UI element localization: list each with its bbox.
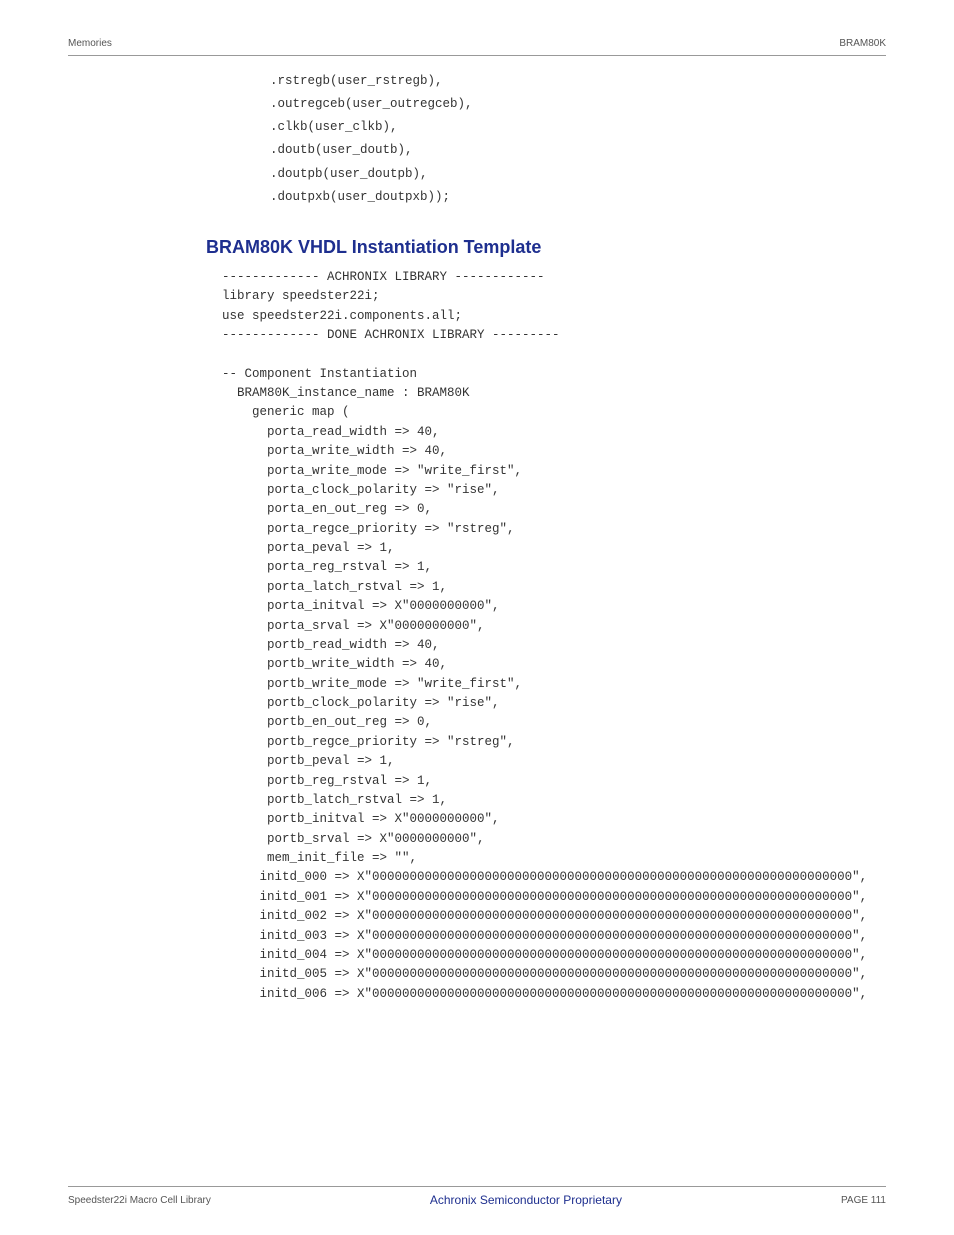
footer-center: Achronix Semiconductor Proprietary — [430, 1193, 622, 1207]
page-content: .rstregb(user_rstregb), .outregceb(user_… — [0, 56, 954, 1004]
footer-left: Speedster22i Macro Cell Library — [68, 1195, 211, 1206]
code-snippet-main: ------------- ACHRONIX LIBRARY ---------… — [68, 268, 886, 1004]
footer-right: PAGE 111 — [841, 1195, 886, 1206]
header-left: Memories — [68, 38, 112, 49]
header-right: BRAM80K — [839, 38, 886, 49]
section-title: BRAM80K VHDL Instantiation Template — [68, 237, 886, 258]
page-footer: Speedster22i Macro Cell Library Achronix… — [68, 1186, 886, 1207]
code-snippet-top: .rstregb(user_rstregb), .outregceb(user_… — [68, 70, 886, 209]
page-header: Memories BRAM80K — [68, 0, 886, 56]
